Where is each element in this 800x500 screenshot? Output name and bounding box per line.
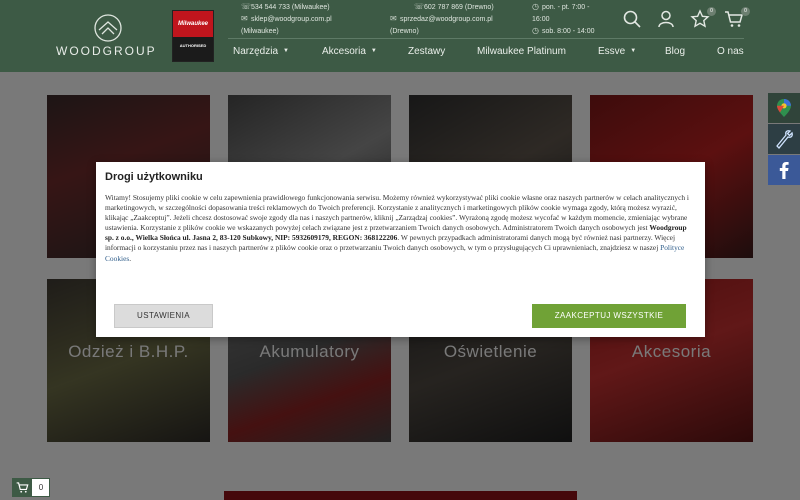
milwaukee-wordmark: Milwaukee [177, 21, 208, 27]
nav-label: O nas [717, 46, 744, 57]
cart-icon[interactable]: 0 [724, 7, 750, 29]
chevron-down-icon: ▼ [283, 48, 289, 55]
phone-icon: ☏ [241, 2, 252, 11]
chevron-down-icon: ▼ [630, 48, 637, 55]
mail-icon: ✉ [241, 14, 248, 23]
nav-item-akcesoria[interactable]: Akcesoria ▼ [322, 46, 377, 57]
floating-cart[interactable]: 0 [12, 478, 50, 497]
wishlist-star-icon[interactable]: 0 [690, 7, 716, 29]
wishlist-count-badge: 0 [707, 7, 716, 16]
floating-cart-count: 0 [38, 483, 44, 492]
email-drewno-note: (Drewno) [390, 28, 419, 35]
header-actions: 0 0 [622, 7, 750, 29]
search-icon[interactable] [622, 9, 642, 29]
hours-saturday-text: sob. 8:00 - 14:00 [542, 28, 595, 35]
nav-label: Blog [665, 46, 686, 57]
email-milwaukee-note: (Milwaukee) [241, 28, 279, 35]
nav-label: Akcesoria [322, 46, 366, 57]
nav-label: Narzędzia [233, 46, 279, 57]
email-milwaukee-text: sklep@woodgroup.com.pl [251, 16, 332, 23]
nav-item-narzedzia[interactable]: Narzędzia ▼ [233, 46, 289, 57]
authorised-label: AUTHORISED [173, 37, 213, 61]
cookie-dialog-title: Drogi użytkowniku [105, 171, 203, 183]
cookie-dialog-body: Witamy! Stosujemy pliki cookie w celu za… [105, 193, 697, 264]
phone-drewno-text: 602 787 869 (Drewno) [424, 4, 494, 11]
opening-hours-saturday: ◷ sob. 8:00 - 14:00 [532, 25, 595, 38]
woodgroup-logo[interactable]: WOODGROUP [56, 14, 156, 60]
header-divider [228, 38, 744, 39]
site-header: WOODGROUP Milwaukee AUTHORISED ☏534 544 … [0, 0, 800, 72]
nav-item-o-nas[interactable]: O nas [717, 46, 744, 57]
nav-item-zestawy[interactable]: Zestawy [408, 46, 445, 57]
tools-link[interactable] [768, 124, 800, 154]
nav-item-milwaukee-platinum[interactable]: Milwaukee Platinum [477, 46, 566, 57]
cart-icon [16, 482, 29, 493]
facebook-link[interactable] [768, 155, 800, 185]
nav-item-blog[interactable]: Blog [665, 46, 685, 57]
map-pin-icon [777, 99, 791, 117]
facebook-icon [779, 162, 789, 179]
cookie-consent-dialog: Drogi użytkowniku Witamy! Stosujemy plik… [96, 162, 705, 337]
contact-email-drewno[interactable]: ✉ sprzedaz@woodgroup.com.pl (Drewno) [390, 13, 493, 38]
nav-label: Zestawy [408, 46, 446, 57]
nav-label: Essve [598, 46, 626, 57]
clock-icon: ◷ [532, 26, 539, 35]
google-maps-link[interactable] [768, 93, 800, 123]
clock-icon: ◷ [532, 2, 539, 11]
logo-mark-icon [94, 14, 122, 42]
cart-count-badge: 0 [741, 7, 750, 16]
phone-icon: ☏ [414, 2, 425, 11]
logo-text: WOODGROUP [56, 44, 157, 58]
phone-milwaukee-text: 534 544 733 (Milwaukee) [251, 4, 330, 11]
floating-cart-icon-box [13, 479, 32, 496]
cookie-body-text: Witamy! Stosujemy pliki cookie w celu za… [105, 193, 689, 233]
chevron-down-icon: ▼ [370, 48, 377, 55]
mail-icon: ✉ [390, 14, 397, 23]
nav-item-essve[interactable]: Essve ▼ [598, 46, 636, 57]
nav-label: Milwaukee Platinum [477, 46, 566, 57]
contact-email-milwaukee[interactable]: ✉ sklep@woodgroup.com.pl (Milwaukee) [241, 13, 332, 38]
wrench-icon [776, 130, 793, 149]
accept-all-cookies-button[interactable]: ZAAKCEPTUJ WSZYSTKIE [532, 304, 686, 328]
cookie-body-end: . [129, 253, 132, 263]
account-icon[interactable] [656, 9, 676, 29]
milwaukee-authorised-logo[interactable]: Milwaukee AUTHORISED [172, 10, 214, 62]
cookie-settings-button[interactable]: USTAWIENIA [114, 304, 213, 328]
opening-hours-weekdays: ◷ pon. - pt. 7:00 - 16:00 [532, 1, 606, 26]
email-drewno-text: sprzedaz@woodgroup.com.pl [400, 16, 493, 23]
